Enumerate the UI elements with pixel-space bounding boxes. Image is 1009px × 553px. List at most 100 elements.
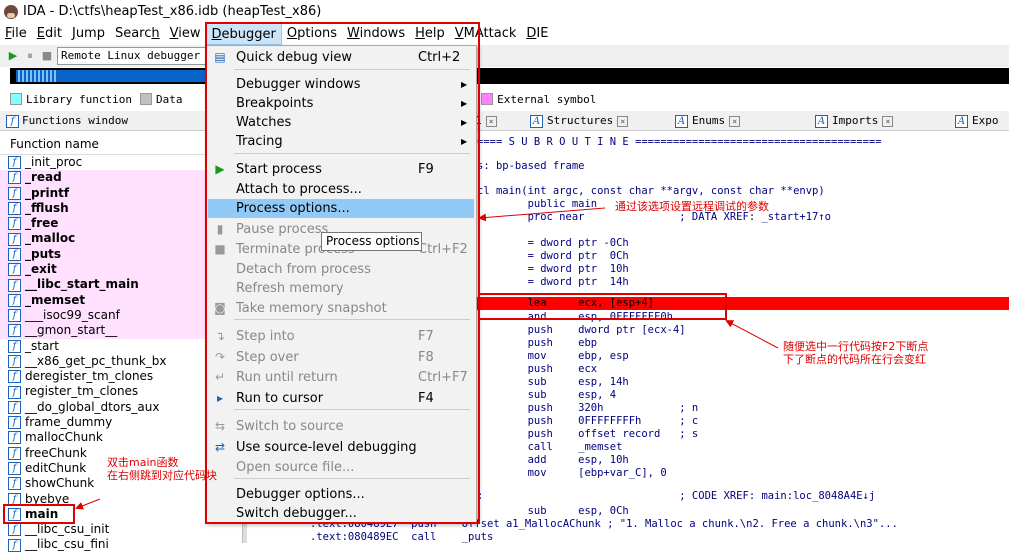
tab-enums[interactable]: A Enums × bbox=[675, 112, 741, 130]
disasm-line[interactable]: = dword ptr 10h bbox=[477, 263, 629, 276]
window-title: IDA - D:\ctfs\heapTest_x86.idb (heapTest… bbox=[23, 4, 322, 19]
close-icon[interactable]: × bbox=[882, 115, 894, 127]
disasm-line[interactable]: mov [ebp+var_C], 0 bbox=[477, 467, 667, 480]
title-bar: IDA - D:\ctfs\heapTest_x86.idb (heapTest… bbox=[0, 0, 1009, 23]
function-name: _puts bbox=[25, 246, 62, 261]
legend-swatch bbox=[481, 93, 494, 105]
disasm-line[interactable]: sub esp, 0Ch bbox=[477, 505, 629, 518]
close-icon[interactable]: × bbox=[485, 115, 497, 127]
main-highlight-box bbox=[3, 504, 75, 524]
function-name: editChunk bbox=[25, 460, 87, 475]
disasm-line[interactable]: = dword ptr 0Ch bbox=[477, 250, 629, 263]
function-icon: f bbox=[8, 385, 21, 399]
disasm-line[interactable]: sub esp, 4 bbox=[477, 389, 617, 402]
function-name: __libc_csu_fini bbox=[25, 537, 109, 552]
function-name: _exit bbox=[25, 262, 57, 277]
toolbar: ▶ ⏸ ■ Remote Linux debugger bbox=[0, 45, 1009, 67]
disasm-line[interactable]: mov ebp, esp bbox=[477, 350, 629, 363]
menu-view[interactable]: View bbox=[165, 23, 206, 45]
stop-icon[interactable]: ■ bbox=[40, 49, 54, 63]
legend-swatch bbox=[10, 93, 22, 105]
function-name: _malloc bbox=[25, 231, 76, 246]
function-name: frame_dummy bbox=[25, 415, 113, 430]
tab-label: Enums bbox=[692, 114, 726, 127]
functions-window-title: Functions window bbox=[22, 114, 128, 127]
function-icon: f bbox=[8, 477, 21, 491]
tab-imports[interactable]: A Imports × bbox=[815, 112, 894, 130]
annotation-breakpoint: 随便选中一行代码按F2下断点 下了断点的代码所在行会变红 bbox=[783, 340, 929, 366]
function-list-item[interactable]: f __libc_csu_init bbox=[0, 522, 242, 537]
function-icon: f bbox=[8, 523, 21, 537]
pause-icon[interactable]: ⏸ bbox=[23, 49, 37, 63]
tab-icon: A bbox=[530, 114, 543, 128]
disasm-line[interactable]: = dword ptr -0Ch bbox=[477, 237, 629, 250]
function-icon: f bbox=[8, 278, 21, 292]
function-name: freeChunk bbox=[25, 445, 87, 460]
function-name: _memset bbox=[25, 292, 86, 307]
breakpoint-highlight-box bbox=[478, 293, 727, 320]
disasm-line[interactable]: push ebp bbox=[477, 337, 598, 350]
function-icon: f bbox=[8, 339, 21, 353]
function-icon: f bbox=[8, 324, 21, 338]
close-icon[interactable]: × bbox=[729, 115, 741, 127]
function-name: _free bbox=[25, 216, 59, 231]
function-name: ___isoc99_scanf bbox=[25, 307, 120, 322]
disasm-line[interactable]: s: bp-based frame bbox=[477, 160, 584, 173]
disasm-line[interactable]: : ; CODE XREF: main:loc_8048A4E↓j bbox=[477, 490, 875, 503]
navigation-band[interactable] bbox=[10, 68, 1009, 84]
tab-structures[interactable]: A Structures × bbox=[530, 112, 629, 130]
menu-die[interactable]: DIE bbox=[521, 23, 553, 45]
function-icon: f bbox=[8, 156, 21, 170]
function-icon: f bbox=[8, 400, 21, 414]
menu-jump[interactable]: Jump bbox=[67, 23, 110, 45]
function-icon: f bbox=[8, 171, 21, 185]
disasm-line[interactable]: ==== S U B R O U T I N E ===============… bbox=[477, 136, 882, 149]
disasm-line[interactable]: sub esp, 14h bbox=[477, 376, 629, 389]
disasm-line[interactable]: push 0FFFFFFFFh ; c bbox=[477, 415, 699, 428]
tab-label: Expo bbox=[972, 114, 999, 127]
function-name: register_tm_clones bbox=[25, 384, 139, 399]
disasm-line[interactable]: push ecx bbox=[477, 363, 598, 376]
function-name: __x86_get_pc_thunk_bx bbox=[25, 353, 167, 368]
function-icon: f bbox=[8, 202, 21, 216]
menu-file[interactable]: File bbox=[0, 23, 32, 45]
function-name: _printf bbox=[25, 185, 70, 200]
view-tabs: 1 × A Structures × A Enums × A Imports × A Expo bbox=[475, 112, 1009, 130]
function-name: __do_global_dtors_aux bbox=[25, 399, 160, 414]
function-icon: f bbox=[8, 462, 21, 476]
function-icon: f bbox=[8, 293, 21, 307]
disasm-line[interactable]: cl main(int argc, const char **argv, con… bbox=[477, 185, 825, 198]
menu-bar: File Edit Jump Search View Debugger Options Win… bbox=[0, 23, 1009, 45]
annotation-process-options: 通过该选项设置远程调试的参数 bbox=[615, 200, 769, 213]
disasm-line[interactable]: add esp, 10h bbox=[477, 454, 629, 467]
function-icon: f bbox=[8, 538, 21, 552]
close-icon[interactable]: × bbox=[617, 115, 629, 127]
function-icon: f bbox=[8, 355, 21, 368]
ida-app-icon bbox=[4, 4, 18, 19]
disasm-line[interactable]: .text:080489EC call _puts bbox=[310, 531, 493, 543]
disasm-line[interactable]: call _memset bbox=[477, 441, 623, 454]
legend-label: Library function bbox=[26, 92, 132, 106]
function-icon: f bbox=[8, 370, 21, 384]
function-icon: f bbox=[8, 446, 21, 460]
tab-expo[interactable]: A Expo bbox=[955, 112, 999, 130]
function-icon: f bbox=[8, 217, 21, 231]
function-icon: f bbox=[8, 309, 21, 323]
function-name: _read bbox=[25, 170, 62, 185]
function-name: mallocChunk bbox=[25, 430, 103, 445]
disasm-line[interactable]: = dword ptr 14h bbox=[477, 276, 629, 289]
disasm-line[interactable]: public main bbox=[477, 198, 598, 211]
function-icon: f bbox=[8, 416, 21, 430]
disasm-line[interactable]: push offset record ; s bbox=[477, 428, 699, 441]
function-icon: f bbox=[8, 247, 21, 261]
function-list-item[interactable]: f __libc_csu_fini bbox=[0, 537, 242, 552]
menu-search[interactable]: Search bbox=[110, 23, 165, 45]
function-icon: f bbox=[8, 263, 21, 277]
menu-edit[interactable]: Edit bbox=[32, 23, 67, 45]
menu-highlight-box bbox=[205, 22, 480, 524]
play-icon[interactable]: ▶ bbox=[6, 49, 20, 63]
legend-label: Data bbox=[155, 92, 183, 106]
legend-label: External symbol bbox=[497, 92, 597, 106]
disasm-line[interactable]: push dword ptr [ecx-4] bbox=[477, 324, 686, 337]
disasm-line[interactable]: push 320h ; n bbox=[477, 402, 699, 415]
